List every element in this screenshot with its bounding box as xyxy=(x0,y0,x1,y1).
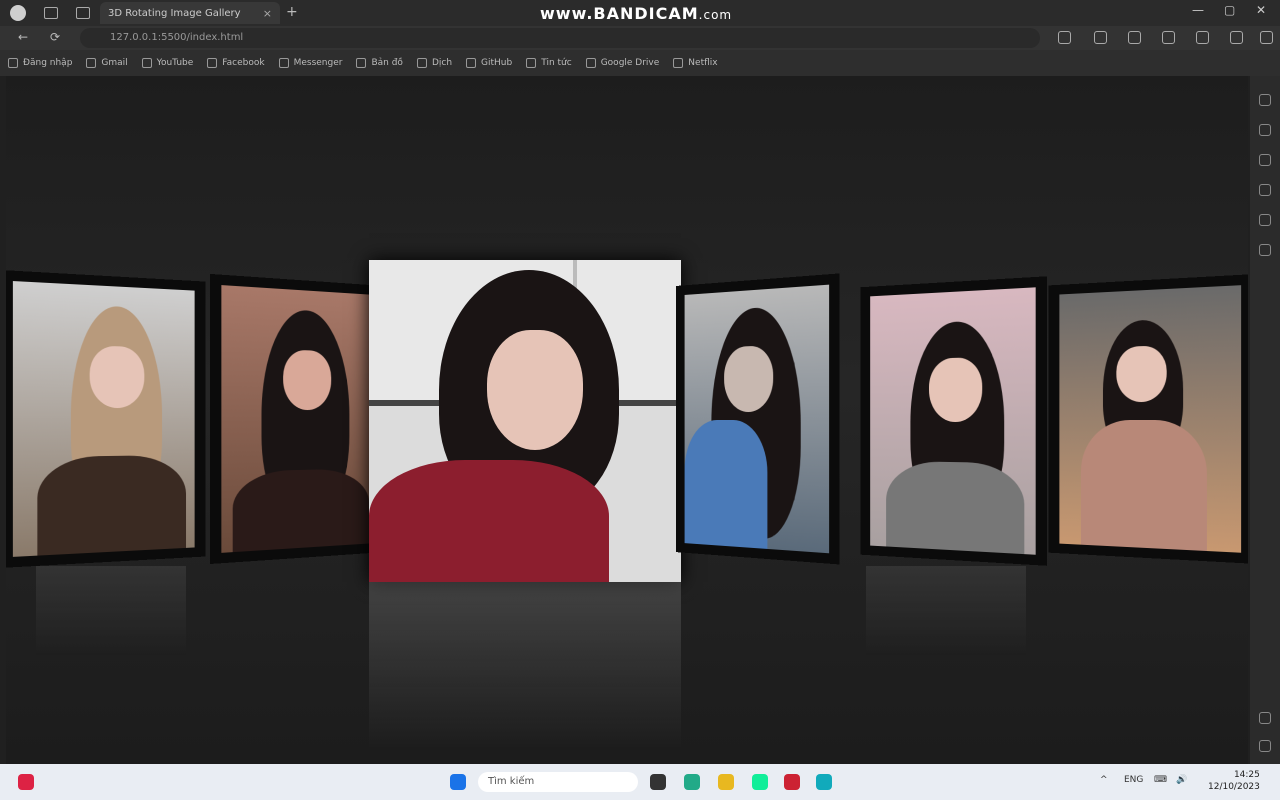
vscode-icon[interactable] xyxy=(752,774,768,790)
app-icon[interactable] xyxy=(784,774,800,790)
gallery-reflection xyxy=(866,566,1026,656)
zoom-icon[interactable] xyxy=(1058,31,1071,44)
gallery-page xyxy=(6,76,1248,764)
bookmark-icon xyxy=(86,58,97,68)
weather-icon[interactable] xyxy=(18,774,34,790)
reload-button[interactable]: ⟳ xyxy=(50,30,60,44)
bookmark-item[interactable]: Đăng nhập xyxy=(8,58,72,68)
gallery-photo-2[interactable] xyxy=(221,285,370,553)
browser-sidebar xyxy=(1250,76,1280,764)
maximize-button[interactable]: ▢ xyxy=(1224,3,1235,17)
read-aloud-icon[interactable] xyxy=(1094,31,1107,44)
bookmark-item[interactable]: Dịch xyxy=(416,58,452,68)
bookmark-icon xyxy=(8,58,18,68)
back-button[interactable]: ← xyxy=(18,30,28,44)
file-explorer-icon[interactable] xyxy=(718,774,734,790)
bookmark-icon xyxy=(526,58,537,68)
search-icon[interactable] xyxy=(1259,94,1271,106)
minimize-button[interactable]: — xyxy=(1192,3,1204,17)
bookmarks-bar: Đăng nhập Gmail YouTube Facebook Messeng… xyxy=(0,50,1280,76)
gallery-photo-center[interactable] xyxy=(369,260,681,582)
recorder-watermark: www.BANDICAM.com xyxy=(540,4,733,23)
bookmark-icon xyxy=(673,58,684,68)
gallery-photo-5[interactable] xyxy=(870,287,1036,555)
gallery-photo-4[interactable] xyxy=(684,284,830,554)
tab-active[interactable]: 3D Rotating Image Gallery × xyxy=(100,2,280,24)
favorite-icon[interactable] xyxy=(1128,31,1141,44)
bookmark-icon xyxy=(207,58,218,68)
tray-overflow-icon[interactable]: ^ xyxy=(1100,775,1108,785)
language-indicator[interactable]: ENG xyxy=(1124,775,1143,785)
add-icon[interactable] xyxy=(1259,244,1271,256)
menu-icon[interactable] xyxy=(1230,31,1243,44)
tab-title: 3D Rotating Image Gallery xyxy=(108,7,241,19)
close-button[interactable]: ✕ xyxy=(1256,3,1266,17)
system-clock[interactable]: 14:25 12/10/2023 xyxy=(1208,769,1260,793)
bookmark-item[interactable]: YouTube xyxy=(141,58,193,68)
taskbar: Tìm kiếm ^ ENG ⌨ 🔊 14:25 12/10/2023 xyxy=(0,764,1280,800)
edge-icon[interactable] xyxy=(816,774,832,790)
bookmark-item[interactable]: Facebook xyxy=(207,58,265,68)
bookmark-icon xyxy=(585,58,596,68)
gallery-reflection xyxy=(369,582,681,752)
sidebar-settings-icon[interactable] xyxy=(1259,740,1271,752)
gallery-reflection xyxy=(36,566,186,656)
gallery-stage[interactable] xyxy=(6,76,1248,764)
gallery-photo-6[interactable] xyxy=(1059,285,1242,553)
tab-actions-icon[interactable] xyxy=(76,7,90,19)
collections-icon[interactable] xyxy=(1196,31,1209,44)
volume-icon[interactable]: 🔊 xyxy=(1176,775,1187,785)
bookmark-item[interactable]: GitHub xyxy=(466,58,512,68)
extensions-icon[interactable] xyxy=(1162,31,1175,44)
workspaces-icon[interactable] xyxy=(44,7,58,19)
gallery-photo-1[interactable] xyxy=(12,281,195,557)
keyboard-icon[interactable]: ⌨ xyxy=(1154,775,1167,785)
settings-icon[interactable] xyxy=(1259,712,1271,724)
start-icon[interactable] xyxy=(450,774,466,790)
bookmark-icon xyxy=(141,58,152,68)
profile-icon[interactable] xyxy=(10,5,26,21)
bookmark-icon xyxy=(356,58,367,68)
bookmark-icon xyxy=(416,58,427,68)
bookmark-icon xyxy=(466,58,477,68)
bookmark-item[interactable]: Tin tức xyxy=(526,58,572,68)
tools-icon[interactable] xyxy=(1259,124,1271,136)
games-icon[interactable] xyxy=(1259,154,1271,166)
new-tab-button[interactable]: + xyxy=(286,4,298,20)
taskbar-search[interactable]: Tìm kiếm xyxy=(478,772,638,792)
sidebar-toggle-icon[interactable] xyxy=(1260,31,1273,44)
bookmark-icon xyxy=(278,58,289,68)
excel-icon[interactable] xyxy=(684,774,700,790)
tab-close-icon[interactable]: × xyxy=(263,7,272,20)
bookmark-item[interactable]: Gmail xyxy=(86,58,128,68)
url-field[interactable]: 127.0.0.1:5500/index.html xyxy=(80,28,1040,48)
bookmark-item[interactable]: Netflix xyxy=(673,58,718,68)
task-view-icon[interactable] xyxy=(650,774,666,790)
bookmark-item[interactable]: Google Drive xyxy=(585,58,659,68)
outlook-icon[interactable] xyxy=(1259,214,1271,226)
address-bar: ← ⟳ 127.0.0.1:5500/index.html xyxy=(0,26,1280,50)
bookmark-item[interactable]: Bản đồ xyxy=(356,58,403,68)
bookmark-item[interactable]: Messenger xyxy=(278,58,342,68)
office-icon[interactable] xyxy=(1259,184,1271,196)
